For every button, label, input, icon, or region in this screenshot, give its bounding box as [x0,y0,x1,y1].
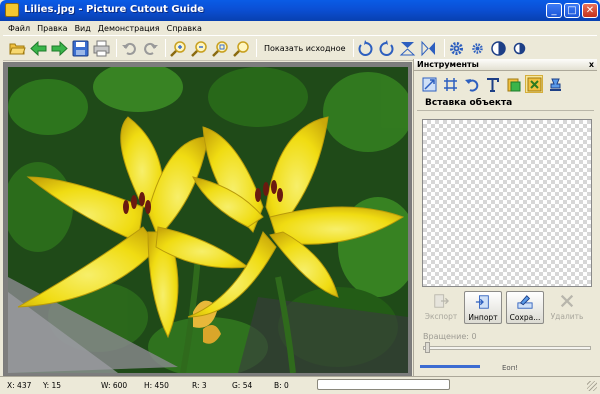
rotation-slider-track[interactable] [423,346,591,350]
panel-close-button[interactable]: x [589,59,594,70]
status-x: X: 437 [7,381,32,390]
contrast-small-icon[interactable] [511,39,529,57]
toolbar-separator [256,39,257,57]
zoom-in-icon[interactable] [169,39,187,57]
rotation-slider-thumb[interactable] [425,342,430,353]
stamp-icon[interactable] [546,75,564,93]
app-icon [5,3,19,17]
export-label: Экспорт [424,312,458,321]
status-g: G: 54 [232,381,253,390]
panel-toolbar [414,71,597,97]
save-object-icon [509,292,541,312]
status-b: B: 0 [274,381,289,390]
export-icon [425,291,457,311]
title-bar: Lilies.jpg - Picture Cutout Guide _ □ ✕ [0,0,600,21]
close-button[interactable]: ✕ [582,3,598,18]
rotation-label: Вращение: 0 [423,332,477,341]
crop-grid-icon[interactable] [441,75,459,93]
panel-scroll-indicator [420,365,480,368]
forward-arrow-icon[interactable] [50,39,68,57]
undo-tool-icon[interactable] [462,75,480,93]
zoom-out-icon[interactable] [190,39,208,57]
flip-horizontal-icon[interactable] [420,39,438,57]
redo-icon[interactable] [141,39,159,57]
show-original-button[interactable]: Показать исходное [264,44,346,53]
toolbar-separator [352,39,354,57]
toolbar-separator [443,39,445,57]
progress-bar [317,379,450,390]
settings-small-gear-icon[interactable] [469,39,487,57]
settings-gear-icon[interactable] [448,39,466,57]
import-label: Инпорт [468,313,498,322]
maximize-button[interactable]: □ [564,3,580,18]
export-button[interactable]: Экспорт [422,291,460,324]
status-y: Y: 15 [43,381,62,390]
undo-icon[interactable] [120,39,138,57]
import-icon [467,292,499,312]
status-bar: X: 437 Y: 15 W: 600 H: 450 R: 3 G: 54 B:… [0,376,600,394]
status-r: R: 3 [192,381,207,390]
window-title: Lilies.jpg - Picture Cutout Guide [24,4,205,15]
delete-label: Удалить [550,312,584,321]
text-tool-icon[interactable] [483,75,501,93]
menu-edit[interactable]: Правка [37,24,67,33]
panel-header: Инструменты x [414,59,597,71]
insert-object-icon[interactable] [525,75,543,93]
rotate-cw-icon[interactable] [378,39,396,57]
resize-grip[interactable] [587,381,597,391]
flip-vertical-icon[interactable] [399,39,417,57]
clipped-text: Еоп! [502,364,519,372]
status-w: W: 600 [101,381,128,390]
zoom-actual-icon[interactable] [232,39,250,57]
toolbar-separator [165,39,166,57]
import-button[interactable]: Инпорт [464,291,502,324]
zoom-fit-icon[interactable] [211,39,229,57]
status-h: H: 450 [144,381,169,390]
resize-icon[interactable] [420,75,438,93]
section-title: Вставка объекта [417,97,594,111]
save-object-button[interactable]: Сохра... [506,291,544,324]
lilies-photo [8,67,408,373]
save-icon[interactable] [71,39,89,57]
rotate-ccw-icon[interactable] [357,39,375,57]
save-object-label: Сохра... [509,313,541,322]
open-folder-icon[interactable] [8,39,26,57]
delete-x-icon [551,291,583,311]
panel-title: Инструменты [417,60,479,69]
menu-bar: Файл Правка Вид Демонстрация Справка [3,21,597,35]
delete-button[interactable]: Удалить [548,291,586,324]
menu-view[interactable]: Вид [75,24,91,33]
contrast-icon[interactable] [490,39,508,57]
menu-file[interactable]: Файл [8,24,30,33]
print-icon[interactable] [92,39,110,57]
toolbar: Показать исходное [3,35,597,61]
toolbar-separator [116,39,117,57]
menu-demo[interactable]: Демонстрация [98,24,160,33]
paste-object-icon[interactable] [504,75,522,93]
tools-panel: Инструменты x Вставка объекта Экспорт Ин… [413,59,597,376]
menu-help[interactable]: Справка [167,24,202,33]
minimize-button[interactable]: _ [546,3,562,18]
object-preview-area[interactable] [422,119,592,287]
back-arrow-icon[interactable] [29,39,47,57]
image-canvas[interactable] [3,62,412,376]
